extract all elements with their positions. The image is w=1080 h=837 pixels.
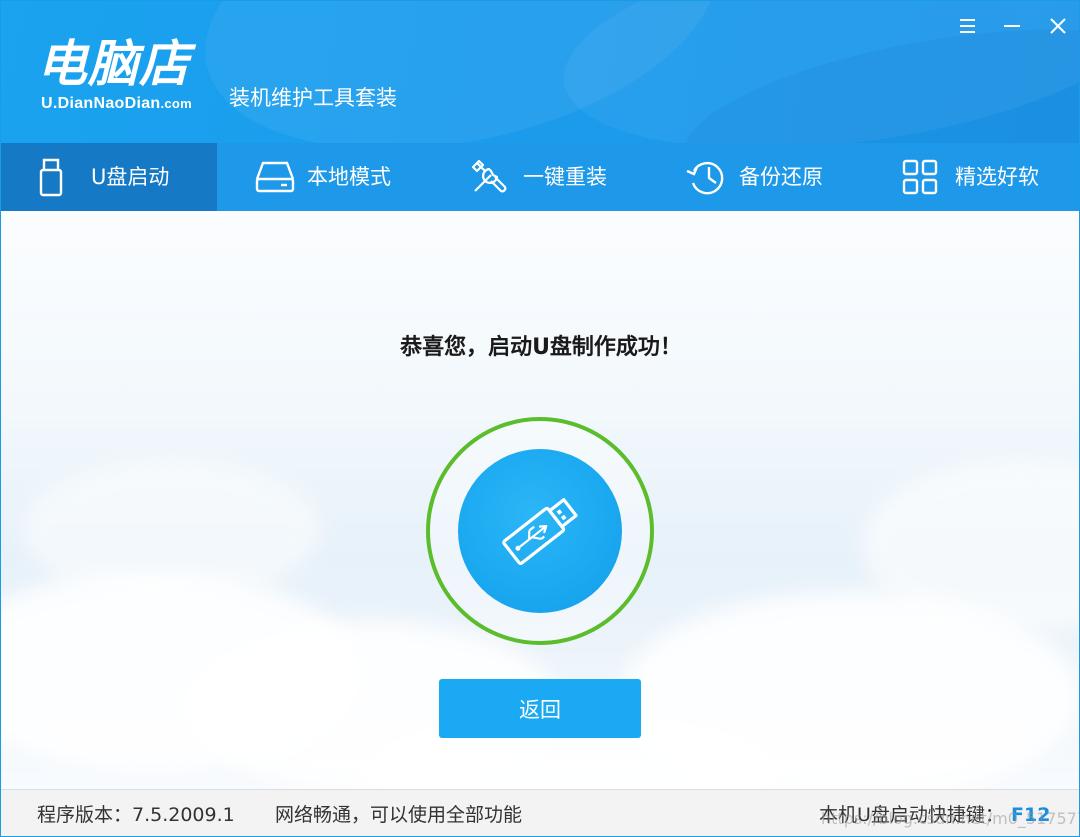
logo-url: U.DianNaoDian.com: [41, 95, 192, 113]
nav-tab-selected-software[interactable]: 精选好软: [865, 143, 1079, 211]
success-message: 恭喜您，启动U盘制作成功！: [400, 335, 682, 360]
nav-tab-label: 本地模式: [307, 165, 391, 189]
usb-success-icon: [458, 449, 622, 613]
nav-tab-label: 精选好软: [955, 165, 1039, 189]
nav-tab-local-mode[interactable]: 本地模式: [217, 143, 433, 211]
apps-grid-icon: [901, 158, 939, 196]
nav-tab-label: U盘启动: [91, 165, 170, 189]
history-icon: [685, 157, 727, 197]
nav-tab-one-click-reinstall[interactable]: 一键重装: [433, 143, 649, 211]
nav-tab-usb-boot[interactable]: U盘启动: [1, 143, 217, 211]
close-icon[interactable]: [1043, 11, 1073, 41]
app-window: 电脑店 U.DianNaoDian.com 装机维护工具套装 U盘启动 本地模式: [0, 0, 1080, 837]
tools-icon: [469, 157, 509, 197]
header-banner: 电脑店 U.DianNaoDian.com 装机维护工具套装: [1, 1, 1079, 143]
nav-tab-label: 备份还原: [739, 165, 823, 189]
usb-drive-icon: [37, 157, 65, 197]
hamburger-menu-icon[interactable]: [953, 11, 983, 41]
back-button[interactable]: 返回: [439, 679, 641, 738]
watermark: https://blog.csdn.net/m0_51757760: [821, 809, 1080, 828]
logo-url-prefix: U.DianNaoDian: [41, 95, 161, 112]
version-text: 程序版本：7.5.2009.1: [37, 804, 235, 826]
logo-url-suffix: .com: [160, 96, 193, 111]
nav-tab-label: 一键重装: [523, 165, 607, 189]
app-subtitle: 装机维护工具套装: [229, 86, 397, 110]
minimize-icon[interactable]: [997, 11, 1027, 41]
main-nav: U盘启动 本地模式 一键重装 备份还原 精选好软: [1, 143, 1079, 211]
main-content: 恭喜您，启动U盘制作成功！ 返回: [1, 211, 1079, 789]
network-status: 网络畅通，可以使用全部功能: [275, 804, 523, 826]
nav-tab-backup-restore[interactable]: 备份还原: [649, 143, 865, 211]
logo-title: 电脑店: [37, 35, 190, 93]
hard-disk-icon: [253, 159, 297, 195]
